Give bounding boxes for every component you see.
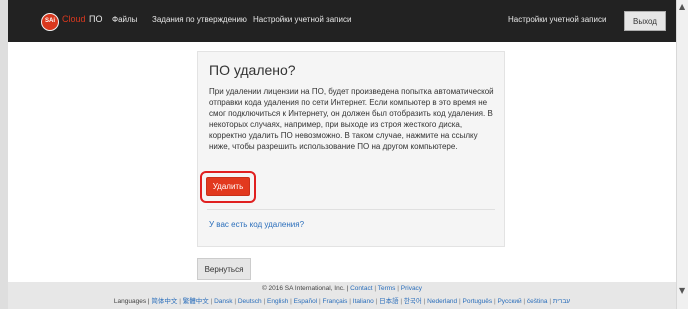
separator: | xyxy=(549,298,552,305)
nav-item-account-settings[interactable]: Настройки учетной записи xyxy=(253,15,351,24)
language-link[interactable]: 简体中文 xyxy=(151,298,177,305)
separator: | xyxy=(290,298,292,305)
separator: | xyxy=(374,285,377,292)
chevron-down-icon[interactable]: ▼ xyxy=(679,286,685,295)
window-left-frame xyxy=(0,0,8,309)
separator: | xyxy=(318,298,321,305)
language-link[interactable]: עברית xyxy=(553,298,570,305)
nav-item-files[interactable]: Файлы xyxy=(112,15,137,24)
language-link[interactable]: 한국어 xyxy=(404,298,422,305)
footer-link-contact[interactable]: Contact xyxy=(350,285,372,292)
vertical-scrollbar[interactable]: ▲ ▼ xyxy=(676,0,688,309)
logo-text[interactable]: Cloud xyxy=(62,14,86,24)
footer-languages-line: Languages | 简体中文 | 繁體中文 | Dansk | Deutsc… xyxy=(8,295,676,305)
copyright-text: © 2016 SA International, Inc. | xyxy=(261,285,349,292)
language-link[interactable]: 繁體中文 xyxy=(183,298,209,305)
sai-logo-icon[interactable]: SAi xyxy=(41,13,59,31)
separator: | xyxy=(523,298,526,305)
chevron-up-icon[interactable]: ▲ xyxy=(679,2,685,11)
logout-button[interactable]: Выход xyxy=(624,11,666,31)
separator: | xyxy=(397,285,399,292)
separator: | xyxy=(234,298,237,305)
description-text: При удалении лицензии на ПО, будет произ… xyxy=(209,87,494,151)
footer-link-terms[interactable]: Terms xyxy=(378,285,396,292)
delete-button[interactable]: Удалить xyxy=(206,177,250,196)
separator: | xyxy=(423,298,426,305)
language-link[interactable]: Español xyxy=(294,298,318,305)
language-link[interactable]: Deutsch xyxy=(238,298,262,305)
page-title: ПО удалено? xyxy=(209,62,296,78)
software-removed-panel: ПО удалено? При удалении лицензии на ПО,… xyxy=(197,51,505,247)
footer-link-privacy[interactable]: Privacy xyxy=(401,285,422,292)
separator: | xyxy=(493,298,496,305)
language-link[interactable]: 日本語 xyxy=(379,298,399,305)
back-button[interactable]: Вернуться xyxy=(197,258,251,280)
languages-label: Languages | xyxy=(113,298,150,305)
nav-item-approval-tasks[interactable]: Задания по утверждению xyxy=(152,15,247,24)
language-link[interactable]: Italiano xyxy=(353,298,374,305)
language-link[interactable]: Français xyxy=(323,298,348,305)
language-link[interactable]: English xyxy=(267,298,288,305)
divider xyxy=(207,209,495,210)
separator: | xyxy=(210,298,213,305)
logo-mark: SAi xyxy=(44,18,55,24)
separator: | xyxy=(179,298,181,305)
separator: | xyxy=(375,298,378,305)
separator: | xyxy=(400,298,403,305)
language-link[interactable]: čeština xyxy=(527,298,548,305)
separator: | xyxy=(349,298,351,305)
language-link[interactable]: Русский xyxy=(497,298,521,305)
language-link[interactable]: Dansk xyxy=(214,298,232,305)
language-link[interactable]: Nederland xyxy=(427,298,457,305)
separator: | xyxy=(263,298,266,305)
footer: © 2016 SA International, Inc. | Contact … xyxy=(8,282,676,309)
top-navbar: SAi Cloud ПО Файлы Задания по утверждени… xyxy=(8,0,676,42)
nav-item-software[interactable]: ПО xyxy=(89,14,102,24)
footer-copyright-line: © 2016 SA International, Inc. | Contact … xyxy=(8,285,676,292)
language-link[interactable]: Português xyxy=(463,298,493,305)
separator: | xyxy=(458,298,461,305)
removal-code-link[interactable]: У вас есть код удаления? xyxy=(209,220,304,229)
account-settings-link[interactable]: Настройки учетной записи xyxy=(508,15,606,24)
